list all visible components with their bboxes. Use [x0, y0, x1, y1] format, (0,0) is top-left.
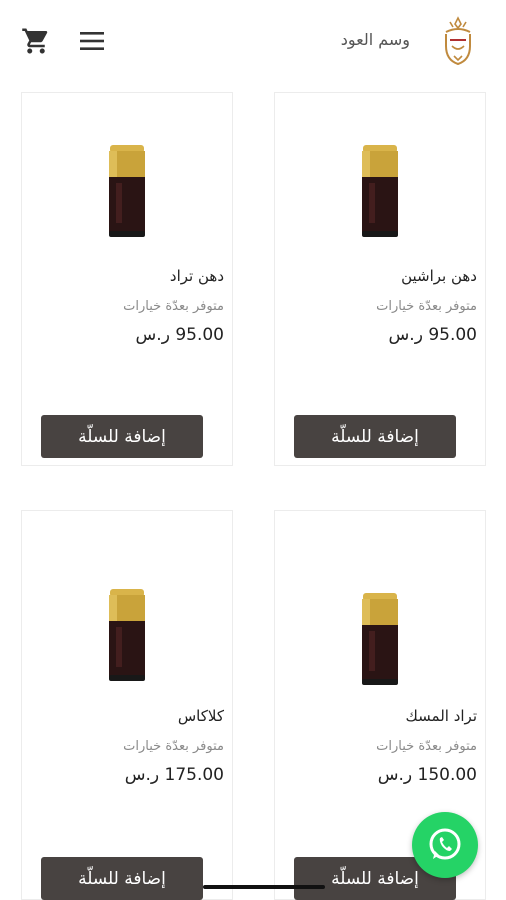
- perfume-bottle-image[interactable]: [106, 143, 148, 239]
- product-title[interactable]: دهن تراد: [170, 267, 224, 285]
- brand-name[interactable]: وسم العود: [341, 30, 410, 49]
- hamburger-menu-icon[interactable]: [78, 30, 106, 52]
- product-price: 150.00 ر.س: [377, 765, 477, 785]
- product-title[interactable]: تراد المسك: [406, 707, 478, 725]
- app-header: وسم العود: [0, 0, 506, 90]
- product-price: 95.00 ر.س: [135, 325, 224, 345]
- product-title[interactable]: كلاكاس: [178, 707, 224, 725]
- perfume-bottle-image[interactable]: [359, 591, 401, 687]
- add-to-cart-button[interactable]: إضافة للسلّة: [41, 857, 203, 900]
- product-card[interactable]: دهن براشين متوفر بعدّة خيارات 95.00 ر.س …: [274, 92, 486, 466]
- product-price: 175.00 ر.س: [124, 765, 224, 785]
- product-card[interactable]: دهن تراد متوفر بعدّة خيارات 95.00 ر.س إض…: [21, 92, 233, 466]
- whatsapp-chat-button[interactable]: [412, 812, 478, 878]
- product-availability: متوفر بعدّة خيارات: [123, 739, 224, 754]
- add-to-cart-button[interactable]: إضافة للسلّة: [294, 415, 456, 458]
- add-to-cart-button[interactable]: إضافة للسلّة: [41, 415, 203, 458]
- brand-logo[interactable]: [440, 16, 476, 68]
- product-availability: متوفر بعدّة خيارات: [376, 739, 477, 754]
- product-availability: متوفر بعدّة خيارات: [123, 299, 224, 314]
- cart-icon[interactable]: [20, 26, 52, 56]
- home-indicator[interactable]: [203, 885, 325, 889]
- product-price: 95.00 ر.س: [388, 325, 477, 345]
- perfume-bottle-image[interactable]: [106, 587, 148, 683]
- product-title[interactable]: دهن براشين: [401, 267, 477, 285]
- product-card[interactable]: كلاكاس متوفر بعدّة خيارات 175.00 ر.س إضا…: [21, 510, 233, 900]
- whatsapp-icon: [429, 828, 461, 860]
- perfume-bottle-image[interactable]: [359, 143, 401, 239]
- product-availability: متوفر بعدّة خيارات: [376, 299, 477, 314]
